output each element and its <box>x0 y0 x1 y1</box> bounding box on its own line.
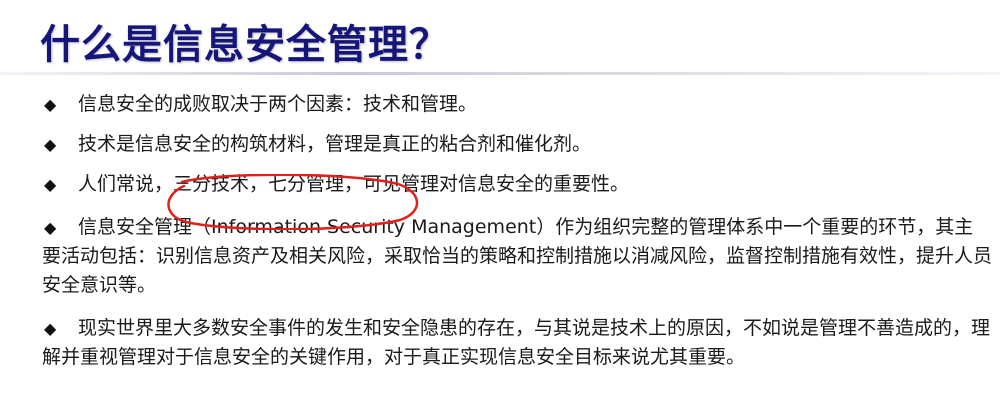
bullet-text: 现实世界里大多数安全事件的发生和安全隐患的存在，与其说是技术上的原因，不如说是管… <box>42 317 991 368</box>
diamond-bullet-icon: ◆ <box>44 218 57 237</box>
bullet-text-after: 可见管理对信息安全的重要性。 <box>363 173 630 195</box>
diamond-bullet-icon: ◆ <box>44 175 57 194</box>
bullet-text: 信息安全管理（Information Security Management）作… <box>42 216 993 296</box>
diamond-bullet-icon: ◆ <box>44 135 57 154</box>
bullet-item-3: ◆ 人们常说，三分技术，七分管理，可见管理对信息安全的重要性。 <box>42 170 992 199</box>
bullet-item-1: ◆ 信息安全的成败取决于两个因素：技术和管理。 <box>42 90 992 119</box>
bullet-text-before: 人们常说， <box>78 173 174 195</box>
highlighted-phrase: 三分技术，七分管理， <box>173 173 364 195</box>
title-divider <box>0 72 1000 75</box>
diamond-bullet-icon: ◆ <box>44 319 57 338</box>
bullet-item-5: ◆ 现实世界里大多数安全事件的发生和安全隐患的存在，与其说是技术上的原因，不如说… <box>42 314 992 372</box>
bullet-text: 信息安全的成败取决于两个因素：技术和管理。 <box>78 93 478 115</box>
diamond-bullet-icon: ◆ <box>44 95 57 114</box>
slide-title: 什么是信息安全管理？ <box>40 22 450 68</box>
bullet-item-2: ◆ 技术是信息安全的构筑材料，管理是真正的粘合剂和催化剂。 <box>42 130 992 159</box>
bullet-text: 技术是信息安全的构筑材料，管理是真正的粘合剂和催化剂。 <box>78 133 592 155</box>
bullet-item-4: ◆ 信息安全管理（Information Security Management… <box>42 213 992 300</box>
bullet-list: ◆ 信息安全的成败取决于两个因素：技术和管理。 ◆ 技术是信息安全的构筑材料，管… <box>42 90 992 372</box>
